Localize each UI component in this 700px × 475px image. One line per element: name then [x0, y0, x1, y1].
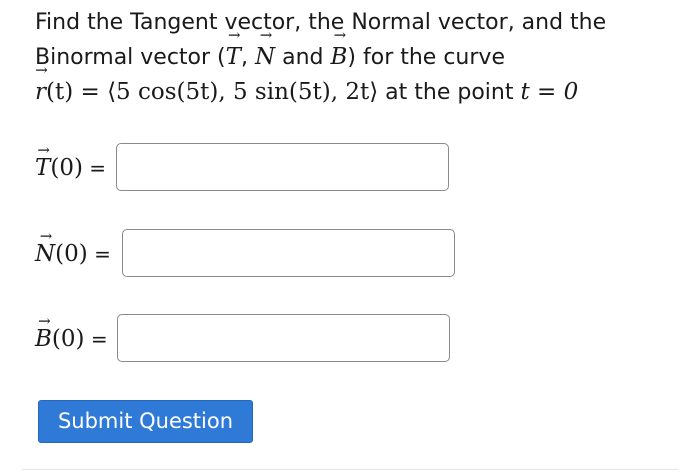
at-the-point-text: at the point: [378, 80, 521, 105]
tangent-label-arg: (0): [50, 155, 83, 181]
binormal-answer-input[interactable]: [117, 314, 450, 362]
normal-label-letter: N: [35, 241, 55, 267]
normal-answer-label: N(0) =: [35, 241, 111, 267]
binormal-symbol: B: [331, 40, 348, 74]
and-text: and: [275, 45, 331, 70]
tangent-symbol: T: [226, 40, 241, 74]
binormal-label-equals: =: [84, 327, 108, 351]
tangent-label-equals: =: [82, 156, 107, 180]
normal-symbol: N: [255, 40, 275, 74]
question-line-2-prefix: Binormal vector (: [35, 45, 226, 70]
position-vector-symbol: r: [35, 75, 46, 109]
normal-label-equals: =: [87, 242, 111, 266]
comma-separator: ,: [241, 45, 255, 70]
submit-question-button[interactable]: Submit Question: [38, 400, 253, 443]
normal-answer-input[interactable]: [122, 229, 455, 277]
tangent-label-letter: T: [35, 155, 50, 181]
bottom-divider: [22, 469, 678, 474]
binormal-label-arg: (0): [51, 326, 85, 352]
binormal-label-letter: B: [35, 326, 52, 352]
question-text: Find the Tangent vector, the Normal vect…: [35, 6, 675, 110]
question-line-1: Find the Tangent vector, the Normal vect…: [35, 10, 607, 35]
question-line-3: r(t) = ⟨5 cos(5t), 5 sin(5t), 2t⟩ at the…: [35, 75, 675, 110]
tangent-answer-label: T(0) =: [35, 155, 106, 181]
normal-label-arg: (0): [55, 241, 88, 267]
question-line-2: Binormal vector (T, N and B) for the cur…: [35, 40, 675, 75]
curve-expression: (t) = ⟨5 cos(5t), 5 sin(5t), 2t⟩: [46, 79, 379, 105]
tangent-answer-input[interactable]: [116, 143, 449, 191]
evaluation-point: t = 0: [520, 79, 579, 105]
question-line-2-suffix: ) for the curve: [347, 45, 505, 70]
binormal-answer-label: B(0) =: [35, 326, 108, 352]
